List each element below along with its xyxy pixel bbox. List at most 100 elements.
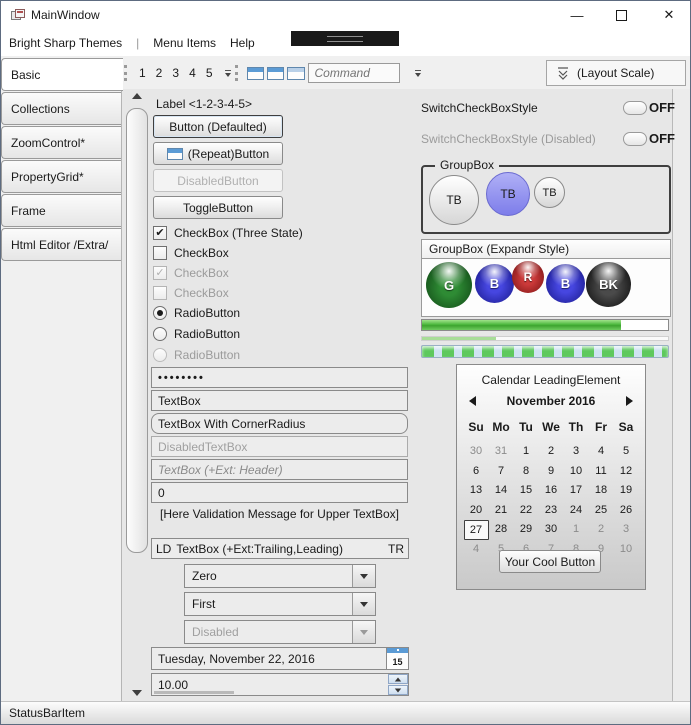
calendar-day[interactable]: 14 — [489, 481, 514, 501]
calendar-icon[interactable]: 15 — [386, 648, 408, 669]
calendar-day[interactable]: 4 — [464, 540, 489, 560]
close-button[interactable]: ✕ — [652, 1, 686, 29]
calendar-day[interactable]: 28 — [489, 520, 514, 540]
window-style-button-3[interactable] — [287, 67, 304, 80]
calendar-day[interactable]: 1 — [564, 520, 589, 540]
sphere-button[interactable]: BK — [586, 262, 631, 307]
layout-scale-button[interactable]: (Layout Scale) — [546, 60, 686, 86]
sphere-button[interactable]: B — [546, 264, 585, 303]
textbox[interactable]: TextBox — [151, 390, 408, 411]
menu-grip-handle[interactable] — [291, 31, 399, 46]
sphere-button[interactable]: B — [475, 264, 514, 303]
calendar-day[interactable]: 3 — [564, 442, 589, 462]
scroll-down-button[interactable] — [130, 688, 144, 698]
combobox-zero[interactable]: Zero — [184, 564, 376, 588]
calendar-day[interactable]: 23 — [539, 501, 564, 521]
calendar-day[interactable]: 8 — [514, 462, 539, 482]
datepicker[interactable]: Tuesday, November 22, 2016 15 — [151, 647, 409, 670]
calendar-day[interactable]: 3 — [614, 520, 639, 540]
next-month-button[interactable] — [626, 396, 633, 406]
toolbar-overflow-button[interactable] — [413, 62, 423, 84]
calendar-day[interactable]: 12 — [614, 462, 639, 482]
textbox-zero[interactable]: 0 — [151, 482, 408, 503]
circle-toggle-small[interactable]: TB — [534, 177, 565, 208]
calendar-day[interactable]: 5 — [614, 442, 639, 462]
tab-html-editor[interactable]: Html Editor /Extra/ — [1, 228, 121, 261]
calendar-day[interactable]: 13 — [464, 481, 489, 501]
calendar-day[interactable]: 21 — [489, 501, 514, 521]
circle-toggle-large[interactable]: TB — [429, 175, 479, 225]
scrollbar-thumb[interactable] — [126, 108, 148, 553]
previous-month-button[interactable] — [469, 396, 476, 406]
password-box[interactable]: •••••••• — [151, 367, 408, 388]
calendar-day[interactable]: 20 — [464, 501, 489, 521]
sphere-button[interactable]: G — [426, 262, 472, 308]
calendar-day[interactable]: 18 — [589, 481, 614, 501]
window-style-button-1[interactable] — [247, 67, 264, 80]
toolbar-button-1[interactable]: 1 — [135, 63, 149, 83]
expander-header[interactable]: GroupBox (Expandr Style) — [421, 239, 671, 259]
tab-propertygrid[interactable]: PropertyGrid* — [1, 160, 121, 193]
toolbar-button-5[interactable]: 5 — [202, 63, 216, 83]
calendar-day[interactable]: 1 — [514, 442, 539, 462]
calendar-day[interactable]: 19 — [614, 481, 639, 501]
sphere-button[interactable]: R — [512, 261, 544, 293]
toolbar-grip-icon[interactable] — [124, 65, 129, 81]
horizontal-scrollbar-thumb[interactable] — [154, 691, 234, 694]
chevron-down-icon[interactable] — [352, 565, 375, 587]
toolbar-button-4[interactable]: 4 — [186, 63, 200, 83]
checkbox-three-state[interactable]: ✔ CheckBox (Three State) — [153, 226, 303, 240]
your-cool-button[interactable]: Your Cool Button — [499, 550, 601, 573]
defaulted-button[interactable]: Button (Defaulted) — [153, 115, 283, 138]
calendar-day[interactable]: 2 — [539, 442, 564, 462]
spin-up-button[interactable] — [388, 674, 408, 684]
window-style-button-2[interactable] — [267, 67, 284, 80]
calendar-day[interactable]: 16 — [539, 481, 564, 501]
calendar-day[interactable]: 2 — [589, 520, 614, 540]
maximize-button[interactable] — [604, 1, 638, 29]
calendar-day[interactable]: 29 — [514, 520, 539, 540]
calendar-day[interactable]: 7 — [489, 462, 514, 482]
checkbox-unchecked[interactable]: CheckBox — [153, 246, 229, 260]
calendar-day[interactable]: 25 — [589, 501, 614, 521]
calendar-day[interactable]: 30 — [539, 520, 564, 540]
calendar-day[interactable]: 26 — [614, 501, 639, 521]
toolbar-button-2[interactable]: 2 — [152, 63, 166, 83]
calendar-day[interactable]: 15 — [514, 481, 539, 501]
calendar-day[interactable]: 10 — [564, 462, 589, 482]
combobox-first[interactable]: First — [184, 592, 376, 616]
calendar-day[interactable]: 22 — [514, 501, 539, 521]
minimize-button[interactable]: — — [560, 1, 594, 29]
numeric-spinner[interactable]: 10.00 — [151, 673, 409, 696]
tab-collections[interactable]: Collections — [1, 92, 121, 125]
calendar-day[interactable]: 27 — [464, 520, 489, 540]
calendar-day[interactable]: 4 — [589, 442, 614, 462]
toggle-button[interactable]: ToggleButton — [153, 196, 283, 219]
toolbar-grip-icon[interactable] — [235, 65, 241, 81]
radiobutton-selected[interactable]: RadioButton — [153, 306, 240, 320]
toolbar-button-3[interactable]: 3 — [169, 63, 183, 83]
right-scrollbar-track[interactable] — [672, 89, 690, 701]
calendar-day[interactable]: 24 — [564, 501, 589, 521]
repeat-button[interactable]: (Repeat)Button — [153, 142, 283, 165]
spin-down-button[interactable] — [388, 685, 408, 695]
tab-frame[interactable]: Frame — [1, 194, 121, 227]
scroll-up-button[interactable] — [130, 91, 144, 101]
toolbar-overflow-button[interactable] — [223, 62, 232, 84]
calendar-day[interactable]: 31 — [489, 442, 514, 462]
chevron-down-icon[interactable] — [352, 593, 375, 615]
calendar-day[interactable]: 11 — [589, 462, 614, 482]
textbox-header-ext[interactable]: TextBox (+Ext: Header) — [151, 459, 408, 480]
calendar-day[interactable]: 10 — [614, 540, 639, 560]
ld-textbox[interactable]: LD TextBox (+Ext:Trailing,Leading) TR — [151, 538, 409, 559]
calendar-day[interactable]: 17 — [564, 481, 589, 501]
calendar-day[interactable]: 6 — [464, 462, 489, 482]
calendar-day[interactable]: 30 — [464, 442, 489, 462]
menu-item-menu-items[interactable]: Menu Items — [153, 36, 216, 50]
tab-zoomcontrol[interactable]: ZoomControl* — [1, 126, 121, 159]
calendar-day[interactable]: 9 — [539, 462, 564, 482]
switch-toggle[interactable] — [623, 101, 647, 115]
circle-toggle-checked[interactable]: TB — [486, 172, 530, 216]
textbox-corner-radius[interactable]: TextBox With CornerRadius — [151, 413, 408, 434]
radiobutton-unselected[interactable]: RadioButton — [153, 327, 240, 341]
